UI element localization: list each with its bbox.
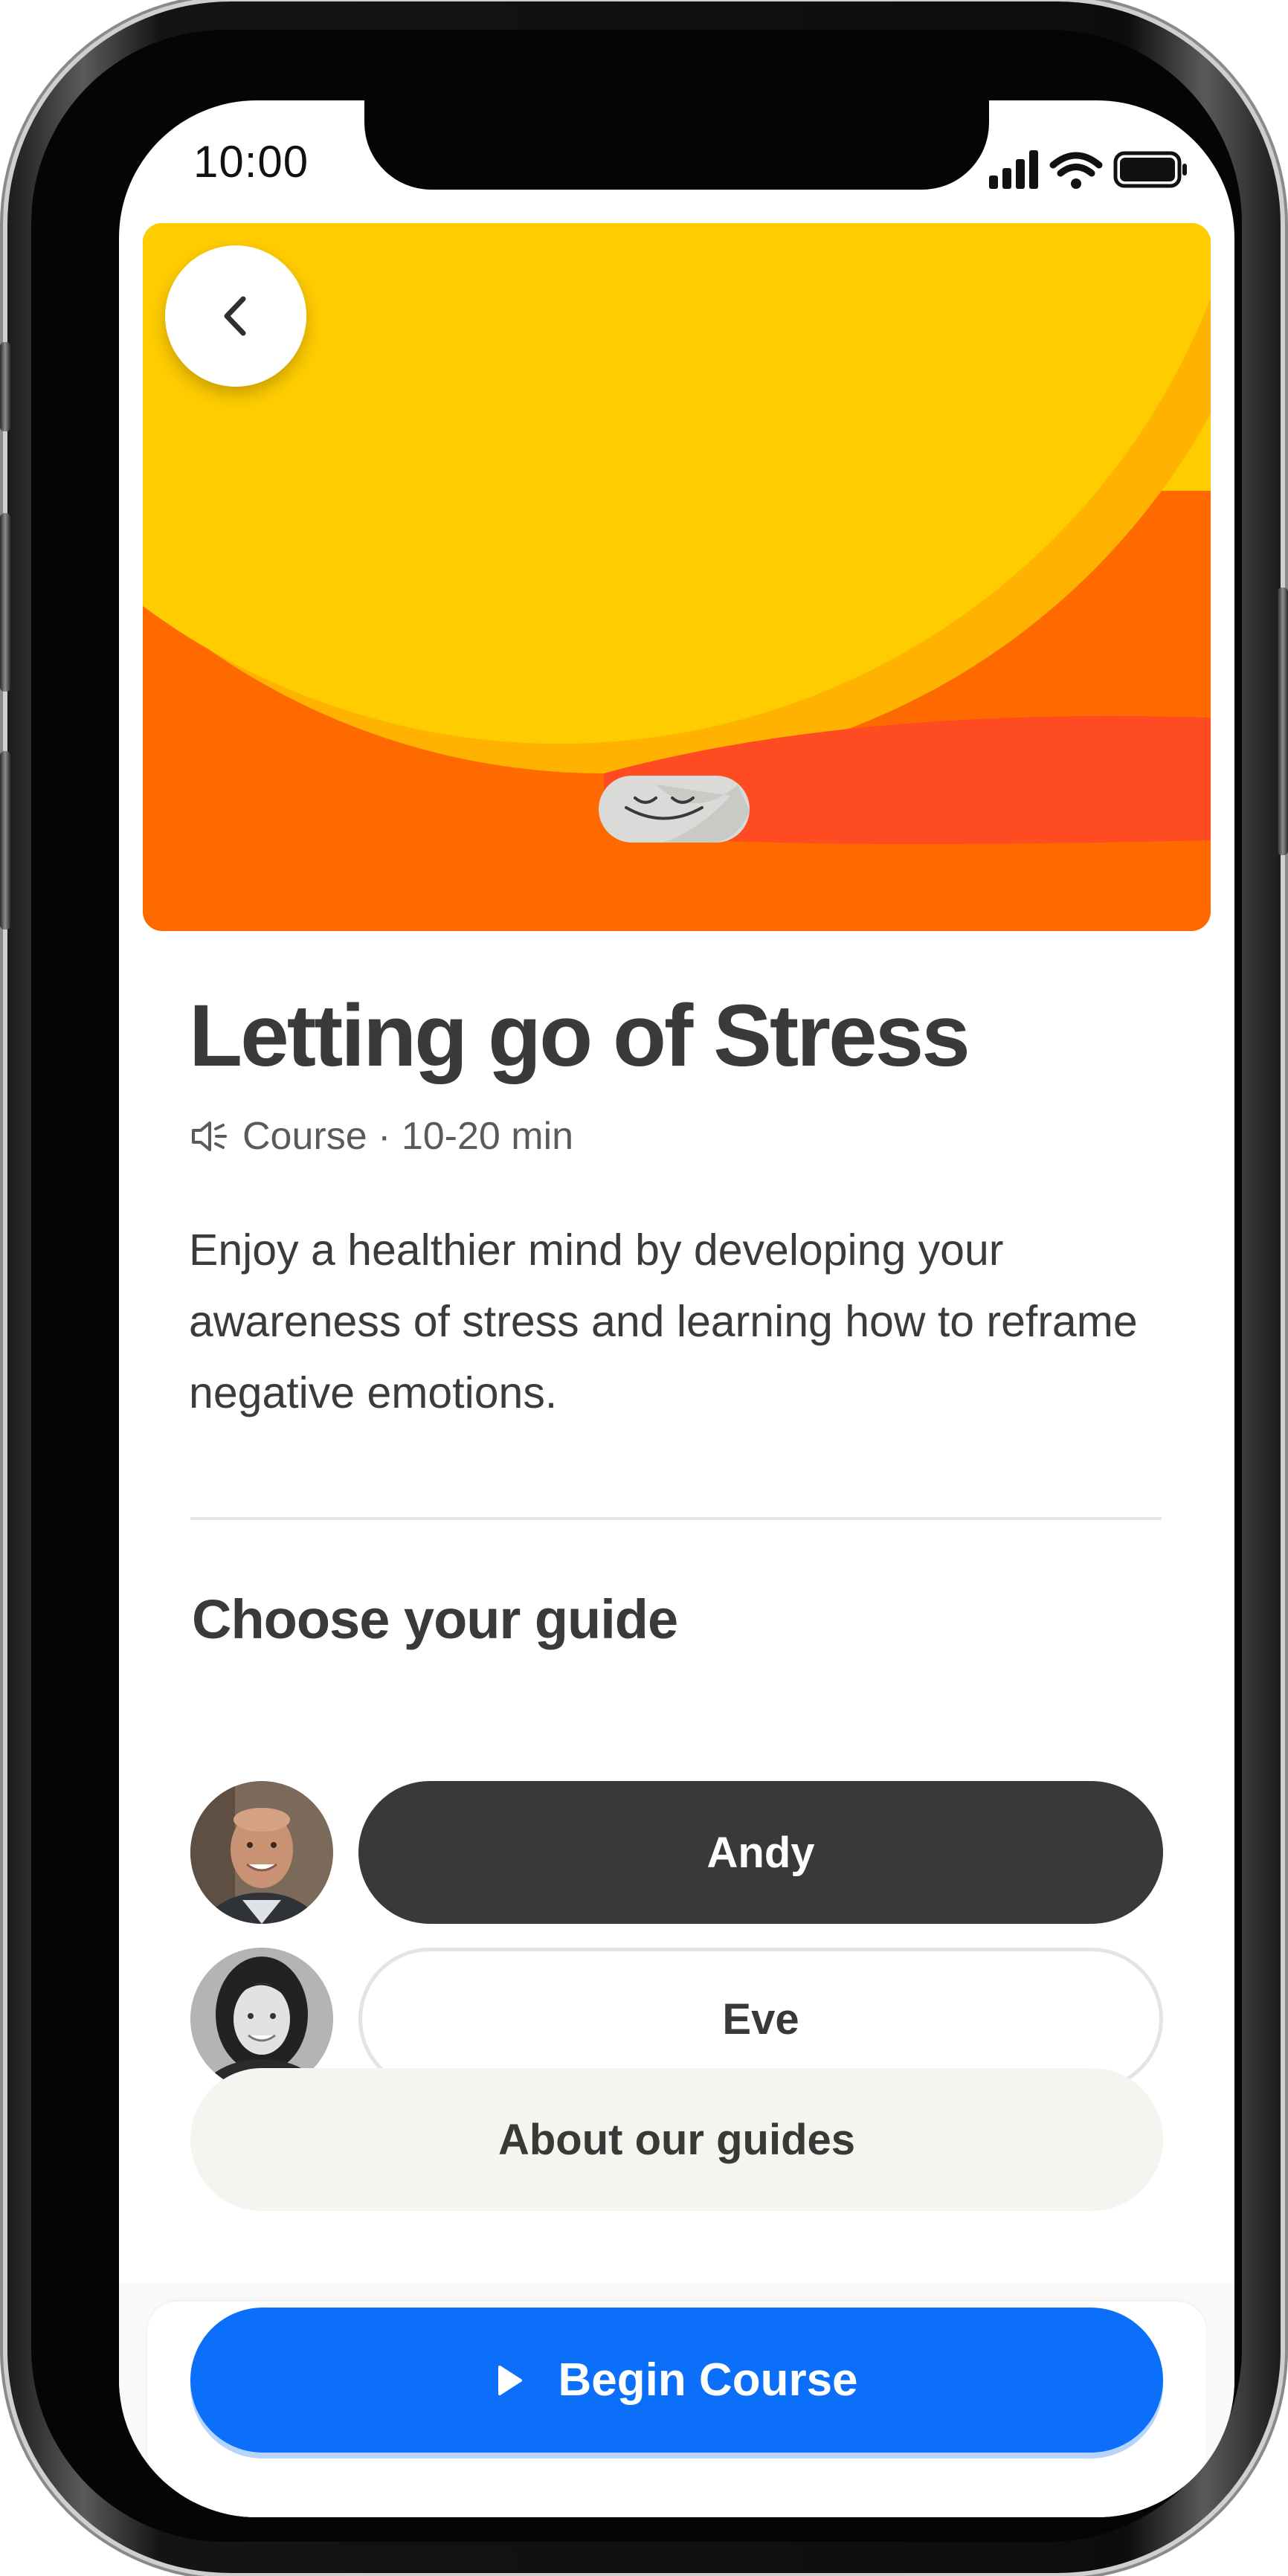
battery-icon (1113, 151, 1187, 188)
course-meta-text: Course · 10-20 min (242, 1115, 574, 1158)
about-guides-label: About our guides (498, 2115, 856, 2164)
begin-course-label: Begin Course (558, 2354, 858, 2406)
phone-power-button (1278, 587, 1288, 855)
play-icon (498, 2365, 523, 2395)
phone-volume-up (0, 513, 10, 692)
speaker-icon (192, 1121, 227, 1151)
phone-volume-down (0, 751, 10, 930)
status-icons (989, 150, 1187, 189)
screen: 10:00 Letting go of Stress Course · 10-2… (119, 100, 1234, 2517)
guide-option-andy[interactable]: Andy (358, 1781, 1163, 1924)
notch (364, 100, 989, 190)
phone-bezel: 10:00 Letting go of Stress Course · 10-2… (31, 30, 1242, 2542)
divider (190, 1517, 1162, 1520)
begin-course-button[interactable]: Begin Course (190, 2308, 1163, 2453)
avatar-andy (190, 1781, 333, 1924)
status-time: 10:00 (193, 137, 309, 187)
guide-option-andy-label: Andy (706, 1828, 815, 1877)
guide-option-eve-label: Eve (722, 1994, 799, 2044)
choose-guide-heading: Choose your guide (192, 1588, 678, 1650)
course-description: Enjoy a healthier mind by developing you… (189, 1226, 1138, 1417)
course-title: Letting go of Stress (189, 987, 970, 1085)
back-button[interactable] (165, 245, 306, 387)
phone-mute-switch (0, 342, 10, 431)
about-guides-button[interactable]: About our guides (190, 2068, 1163, 2211)
signal-icon (989, 150, 1038, 189)
course-meta: Course · 10-20 min (189, 1110, 573, 1162)
wifi-icon (1049, 152, 1103, 189)
chevron-left-icon (224, 296, 246, 336)
mascot (599, 776, 750, 843)
